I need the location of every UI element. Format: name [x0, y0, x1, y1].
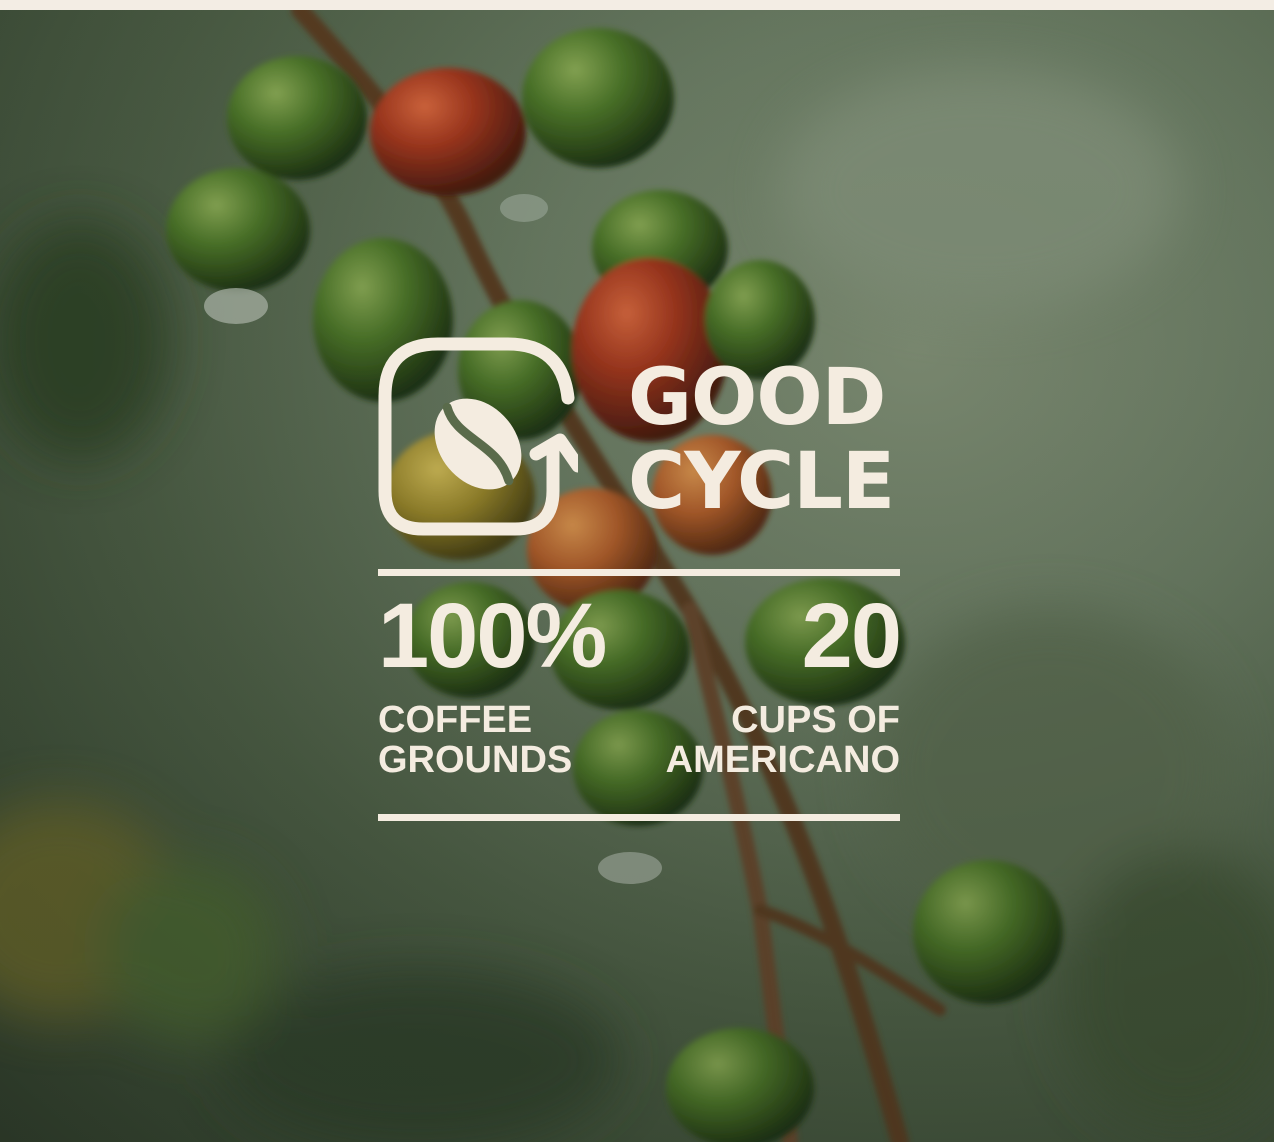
stat-label-line-2: AMERICANO: [665, 739, 900, 781]
divider-bottom: [378, 814, 900, 821]
stat-label: COFFEE GROUNDS: [378, 700, 618, 780]
page: GOOD CYCLE 100% COFFEE GROUNDS 20 CUPS O…: [0, 0, 1274, 1142]
stat-label: CUPS OF AMERICANO: [660, 700, 900, 780]
top-strip: [0, 0, 1274, 10]
stat-value: 100%: [378, 585, 607, 687]
stat-label-line-1: CUPS OF: [731, 699, 900, 741]
stat-label-line-2: GROUNDS: [378, 739, 573, 781]
stat-americano-cups: 20 CUPS OF AMERICANO: [660, 585, 902, 780]
divider-top: [378, 569, 900, 576]
stat-value: 20: [801, 585, 902, 687]
good-cycle-badge: GOOD CYCLE 100% COFFEE GROUNDS 20 CUPS O…: [378, 336, 902, 826]
coffee-bean-cycle-icon: [378, 337, 578, 536]
brand-name: GOOD CYCLE: [628, 356, 900, 524]
brand-line-2: CYCLE: [628, 437, 895, 527]
stat-label-line-1: COFFEE: [378, 699, 533, 741]
brand-line-1: GOOD: [628, 353, 886, 443]
stat-coffee-grounds: 100% COFFEE GROUNDS: [378, 586, 618, 780]
